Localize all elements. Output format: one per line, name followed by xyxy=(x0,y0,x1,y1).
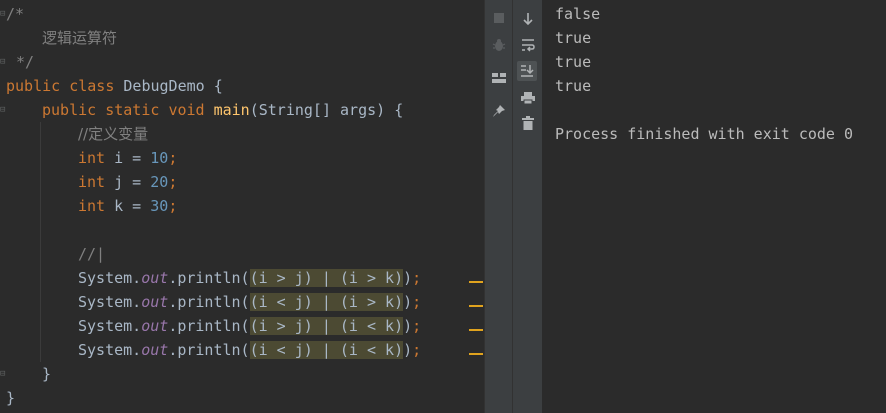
highlighted-expression: (i > j) | (i > k) xyxy=(249,269,404,287)
out-field: out xyxy=(141,293,169,311)
var-comment: //定义变量 xyxy=(78,125,149,143)
keyword-public: public xyxy=(42,101,97,119)
var-type: int xyxy=(78,149,106,167)
var-value: 20 xyxy=(150,173,169,191)
indent-guide xyxy=(40,122,41,362)
var-name: k = xyxy=(105,197,151,215)
paren-close: ) xyxy=(403,293,413,311)
println-statement: System.out.println((i > j) | (i > k)); xyxy=(78,266,421,290)
method-close-brace: } xyxy=(42,362,51,386)
println-call: .println( xyxy=(168,317,250,335)
println-call: .println( xyxy=(168,341,250,359)
fold-icon[interactable]: ⊟ xyxy=(0,57,8,67)
keyword-void: void xyxy=(168,101,205,119)
trash-icon[interactable] xyxy=(518,113,538,133)
system-ref: System. xyxy=(78,317,142,335)
highlighted-expression: (i < j) | (i < k) xyxy=(249,341,404,359)
var-declaration: int k = 30; xyxy=(78,194,177,218)
var-type: int xyxy=(78,197,106,215)
keyword-class: class xyxy=(69,77,115,95)
bug-icon[interactable] xyxy=(489,35,509,55)
system-ref: System. xyxy=(78,341,142,359)
keyword-public: public xyxy=(6,77,61,95)
var-type: int xyxy=(78,173,106,191)
comment-close: */ xyxy=(16,53,35,71)
console-output-line: false xyxy=(555,5,601,23)
semicolon: ; xyxy=(168,197,178,215)
var-value: 10 xyxy=(150,149,169,167)
out-field: out xyxy=(141,341,169,359)
println-statement: System.out.println((i < j) | (i > k)); xyxy=(78,290,421,314)
system-ref: System. xyxy=(78,269,142,287)
console-output-line: true xyxy=(555,53,592,71)
run-console[interactable]: false true true true Process finished wi… xyxy=(542,0,886,413)
var-declaration: int j = 20; xyxy=(78,170,177,194)
console-output-line: true xyxy=(555,29,592,47)
layout-icon[interactable] xyxy=(489,68,509,88)
fold-icon[interactable]: ⊟ xyxy=(0,105,8,115)
warning-marker[interactable] xyxy=(469,281,483,283)
run-toolbar-right xyxy=(512,0,542,413)
code-editor[interactable]: ⊟ ⊟ ⊟ ⊟ /* 逻辑运算符 */ public class DebugDe… xyxy=(0,0,484,413)
brace-close: } xyxy=(6,389,16,407)
cursor-comment: //| xyxy=(78,245,106,263)
keyword-static: static xyxy=(105,101,160,119)
highlighted-expression: (i > j) | (i < k) xyxy=(249,317,404,335)
code-line: */ xyxy=(16,50,34,74)
var-value: 30 xyxy=(150,197,169,215)
pin-icon[interactable] xyxy=(489,101,509,121)
warning-marker[interactable] xyxy=(469,305,483,307)
method-name: main xyxy=(213,101,250,119)
semicolon: ; xyxy=(412,269,422,287)
println-statement: System.out.println((i < j) | (i < k)); xyxy=(78,338,421,362)
stop-icon[interactable] xyxy=(489,8,509,28)
semicolon: ; xyxy=(412,341,422,359)
code-line: //| xyxy=(78,242,105,266)
class-close-brace: } xyxy=(6,386,15,410)
method-params: (String[] args) { xyxy=(249,101,404,119)
class-declaration: public class DebugDemo { xyxy=(6,74,223,98)
var-name: j = xyxy=(105,173,151,191)
soft-wrap-icon[interactable] xyxy=(518,35,538,55)
out-field: out xyxy=(141,317,169,335)
system-ref: System. xyxy=(78,293,142,311)
paren-close: ) xyxy=(403,341,413,359)
process-exit-message: Process finished with exit code 0 xyxy=(555,125,854,143)
semicolon: ; xyxy=(168,173,178,191)
semicolon: ; xyxy=(168,149,178,167)
println-statement: System.out.println((i > j) | (i < k)); xyxy=(78,314,421,338)
scroll-down-icon[interactable] xyxy=(518,9,538,29)
comment-open: /* xyxy=(6,5,25,23)
var-name: i = xyxy=(105,149,151,167)
println-call: .println( xyxy=(168,293,250,311)
paren-close: ) xyxy=(403,269,413,287)
semicolon: ; xyxy=(412,293,422,311)
fold-icon[interactable]: ⊟ xyxy=(0,369,8,379)
println-call: .println( xyxy=(168,269,250,287)
warning-marker[interactable] xyxy=(469,329,483,331)
scroll-to-end-icon[interactable] xyxy=(517,61,537,81)
code-line: 逻辑运算符 xyxy=(42,26,117,50)
var-declaration: int i = 10; xyxy=(78,146,177,170)
out-field: out xyxy=(141,269,169,287)
brace-close: } xyxy=(42,365,52,383)
warning-marker[interactable] xyxy=(469,353,483,355)
run-toolbar-left xyxy=(484,0,512,413)
brace-open: { xyxy=(204,77,223,95)
semicolon: ; xyxy=(412,317,422,335)
code-line: //定义变量 xyxy=(78,122,148,146)
paren-close: ) xyxy=(403,317,413,335)
method-declaration: public static void main(String[] args) { xyxy=(42,98,403,122)
print-icon[interactable] xyxy=(518,88,538,108)
console-output-line: true xyxy=(555,77,592,95)
comment-text: 逻辑运算符 xyxy=(42,29,118,47)
class-name: DebugDemo xyxy=(123,77,205,95)
code-line: /* xyxy=(6,2,24,26)
highlighted-expression: (i < j) | (i > k) xyxy=(249,293,404,311)
